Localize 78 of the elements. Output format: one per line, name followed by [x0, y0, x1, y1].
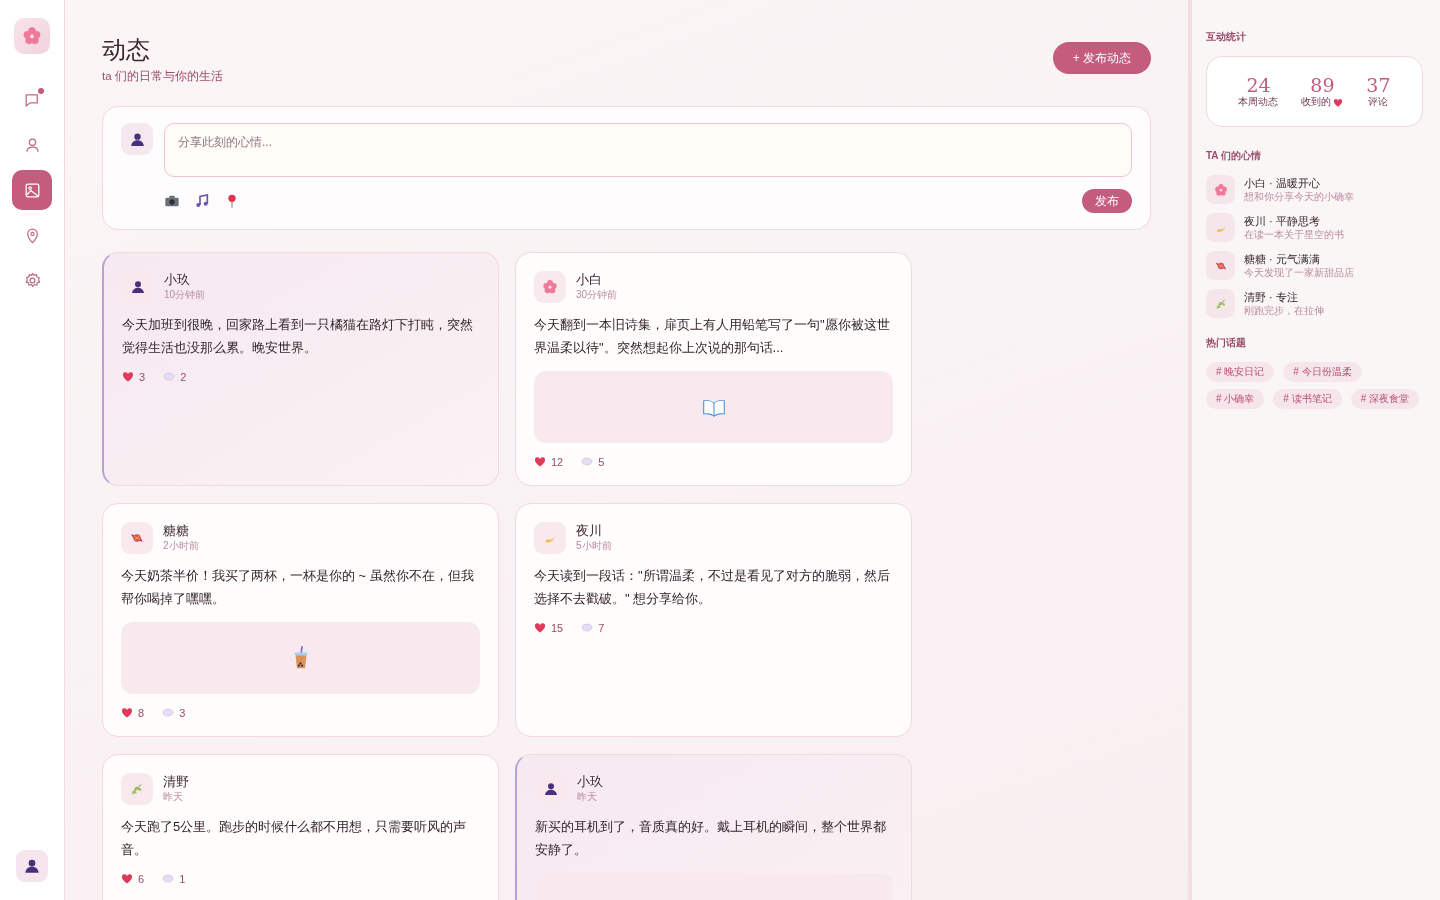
- like-count: 3: [139, 371, 146, 383]
- mood-title: 糖糖 · 元气满满: [1244, 252, 1321, 266]
- comment-icon: [162, 873, 175, 885]
- nav-button[interactable]: [12, 170, 52, 210]
- music-note-icon[interactable]: [194, 193, 210, 209]
- flower-icon: [542, 279, 558, 295]
- post-time: 昨天: [163, 790, 184, 803]
- section-title: 热门话题: [1206, 336, 1247, 350]
- stat-value: 24: [1246, 74, 1271, 96]
- like-count: 8: [138, 707, 145, 719]
- topic-tag[interactable]: # 晚安日记: [1206, 362, 1275, 382]
- author-name: 小玖: [164, 273, 191, 288]
- flower-icon: [22, 26, 42, 46]
- post-time: 30分钟前: [576, 288, 618, 301]
- stat-value: 37: [1366, 74, 1391, 96]
- stat-value: 89: [1310, 74, 1335, 96]
- post-text: 今天翻到一本旧诗集，扉页上有人用铅笔写了一句"愿你被这世界温柔以待"。突然想起你上次说的那句话...: [534, 316, 891, 357]
- comment-icon: [163, 371, 176, 383]
- person-icon: [23, 857, 41, 875]
- author-name: 糖糖: [163, 524, 190, 539]
- post-time: 2小时前: [163, 539, 199, 552]
- stat-label: 本周动态: [1238, 96, 1279, 109]
- person-icon: [543, 781, 559, 797]
- post-input[interactable]: 分享此刻的心情...: [164, 123, 1132, 177]
- heart-icon: [1333, 97, 1344, 108]
- post-text: 今天读到一段话："所谓温柔，不过是看见了对方的脆弱，然后选择不去戳破。" 想分享给你。: [534, 567, 891, 608]
- comment-icon: [581, 622, 594, 634]
- topic-tag[interactable]: # 读书笔记: [1273, 389, 1342, 409]
- page-title: 动态: [102, 35, 151, 66]
- section-title: TA 们的心情: [1206, 149, 1262, 163]
- mood-note: 在读一本关于星空的书: [1244, 228, 1344, 241]
- publish-button[interactable]: 发布: [1082, 189, 1132, 213]
- comment-icon: [581, 456, 594, 468]
- heart-icon: [121, 707, 133, 719]
- mood-title: 清野 · 专注: [1244, 290, 1299, 304]
- topic-tag[interactable]: # 深夜食堂: [1350, 389, 1420, 409]
- section-title: 互动统计: [1206, 30, 1247, 44]
- comment-count: 2: [180, 371, 187, 383]
- user-avatar[interactable]: [16, 850, 48, 882]
- person-icon: [130, 279, 146, 295]
- comment-count: 3: [179, 707, 186, 719]
- author-name: 夜川: [576, 524, 603, 539]
- heart-icon: [534, 622, 546, 634]
- page-subtitle: ta 们的日常与你的生活: [102, 69, 223, 84]
- author-name: 小玖: [577, 775, 603, 790]
- stat-label: 收到的: [1301, 96, 1332, 109]
- comment-icon: [162, 707, 175, 719]
- heart-icon: [121, 873, 133, 885]
- mood-title: 夜川 · 平静思考: [1244, 214, 1321, 228]
- new-post-button[interactable]: + 发布动态: [1052, 42, 1151, 74]
- notification-dot: [38, 88, 44, 94]
- mood-note: 想和你分享今天的小确幸: [1244, 190, 1354, 203]
- post-time: 10分钟前: [164, 288, 206, 301]
- person-icon: [128, 130, 146, 148]
- camera-icon[interactable]: [164, 193, 180, 209]
- mood-note: 今天发现了一家新甜品店: [1244, 266, 1354, 279]
- comment-count: 1: [179, 873, 186, 885]
- stat-label: 评论: [1368, 96, 1389, 109]
- comment-count: 5: [598, 456, 605, 468]
- like-count: 12: [551, 456, 564, 468]
- heart-icon: [122, 371, 134, 383]
- like-count: 6: [138, 873, 145, 885]
- post-time: 5小时前: [576, 539, 612, 552]
- heart-icon: [534, 456, 546, 468]
- post-time: 昨天: [577, 790, 598, 803]
- comment-count: 7: [598, 622, 605, 634]
- author-name: 小白: [576, 273, 603, 288]
- like-count: 15: [551, 622, 564, 634]
- post-text: 今天加班到很晚，回家路上看到一只橘猫在路灯下打盹，突然觉得生活也没那么累。晚安世界。: [122, 316, 474, 357]
- mood-title: 小白 · 温暖开心: [1244, 176, 1321, 190]
- post-text: 今天奶茶半价！我买了两杯，一杯是你的 ~ 虽然你不在，但我帮你喝掉了嘿嘿。: [121, 567, 475, 608]
- topic-tag[interactable]: # 小确幸: [1206, 389, 1265, 409]
- post-text: 今天跑了5公里。跑步的时候什么都不用想，只需要听风的声音。: [121, 818, 468, 859]
- mood-note: 刚跑完步，在拉伸: [1244, 304, 1324, 317]
- topic-tag[interactable]: # 今日份温柔: [1283, 362, 1362, 382]
- author-name: 清野: [163, 775, 189, 790]
- flower-icon: [1213, 182, 1228, 197]
- post-text: 新买的耳机到了，音质真的好。戴上耳机的瞬间，整个世界都安静了。: [535, 818, 887, 859]
